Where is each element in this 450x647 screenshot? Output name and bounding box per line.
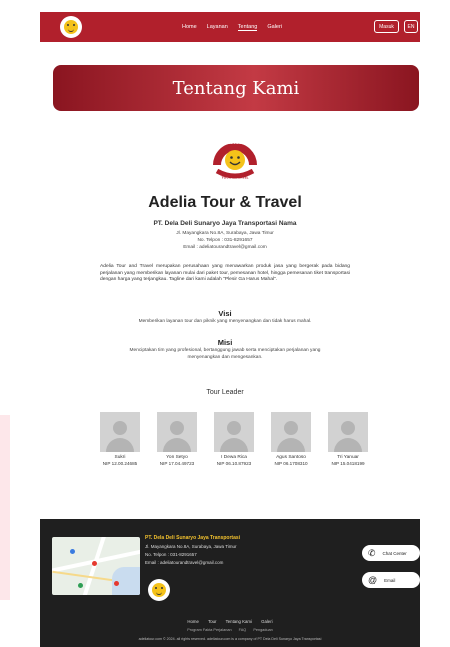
- map-pin-icon: [78, 583, 83, 588]
- leader-card: I Dewa Rica NIP 06.10.87923: [214, 412, 254, 466]
- footer-link-home[interactable]: Home: [187, 619, 198, 624]
- login-button[interactable]: Masuk: [374, 20, 399, 33]
- leader-card: Tri Yanuar NIP 15.0418199: [328, 412, 368, 466]
- footer-link-faq[interactable]: FAQ: [239, 628, 247, 632]
- visi-text: Memberikan layanan tour dan piknik yang …: [138, 319, 312, 324]
- page-banner: Tentang Kami: [53, 65, 419, 111]
- leader-nip: NIP 06.1708310: [274, 461, 308, 466]
- whatsapp-icon: ✆: [368, 547, 376, 558]
- company-name: Adelia Tour & Travel: [148, 194, 302, 211]
- footer-links-secondary: Program Fakta Perjalanan FAQ Pengaduan: [40, 628, 420, 632]
- tour-leader-title: Tour Leader: [206, 389, 244, 396]
- avatar: [328, 412, 368, 452]
- map-pin-icon: [70, 549, 75, 554]
- footer-link-galeri[interactable]: Galeri: [261, 619, 272, 624]
- footer-link-program[interactable]: Program Fakta Perjalanan: [187, 628, 231, 632]
- leader-card: Sukri NIP 12.00.24685: [100, 412, 140, 466]
- nav-galeri[interactable]: Galeri: [267, 24, 282, 30]
- footer-link-tour[interactable]: Tour: [208, 619, 216, 624]
- location-map[interactable]: [52, 537, 140, 595]
- logo-text-bottom: TOUR & TRAVEL: [222, 176, 249, 180]
- leader-name: Agus Santoso: [276, 455, 306, 460]
- leader-name: Yon Setyo: [166, 455, 188, 460]
- email-button[interactable]: @ Email: [362, 572, 420, 588]
- footer: PT. Dela Deli Sunaryo Jaya Transportasi …: [40, 519, 420, 647]
- brand-logo[interactable]: [60, 16, 82, 38]
- company-legal-name: PT. Dela Deli Sunaryo Jaya Transportasi …: [153, 220, 297, 227]
- nav-layanan[interactable]: Layanan: [207, 24, 228, 30]
- footer-contact: PT. Dela Deli Sunaryo Jaya Transportasi …: [145, 535, 285, 565]
- logo-text-top: ADELIA: [227, 140, 244, 145]
- footer-links: Home Tour Tentang Kami Galeri: [40, 619, 420, 624]
- footer-company: PT. Dela Deli Sunaryo Jaya Transportasi: [145, 535, 241, 541]
- company-logo: ADELIA TOUR & TRAVEL: [213, 140, 257, 180]
- language-button[interactable]: EN: [404, 20, 418, 33]
- company-email: Email : adeliatourandtravel@gmail.com: [183, 245, 267, 250]
- leader-name: I Dewa Rica: [221, 455, 247, 460]
- misi-title: Misi: [217, 338, 233, 347]
- chat-center-button[interactable]: ✆ Chat Center: [362, 545, 420, 561]
- leader-card: Yon Setyo NIP 17.04.49723: [157, 412, 197, 466]
- main-nav: Home Layanan Tentang Galeri: [182, 12, 282, 42]
- footer-phone: No. Telpon : 031-8291657: [145, 552, 197, 557]
- leader-nip: NIP 15.0418199: [331, 461, 365, 466]
- avatar: [157, 412, 197, 452]
- footer-email: Email : adeliatourandtravel@gmail.com: [145, 560, 224, 565]
- copyright: adeliatour.com © 2024. all rights reserv…: [138, 637, 322, 641]
- footer-address: Jl. Mayangkara No.8A, Surabaya, Jawa Tim…: [145, 544, 237, 549]
- leader-nip: NIP 06.10.87923: [216, 461, 252, 466]
- footer-link-tentang[interactable]: Tentang Kami: [226, 619, 252, 624]
- visi-title: Visi: [218, 309, 232, 318]
- leader-name: Tri Yanuar: [337, 455, 359, 460]
- avatar: [271, 412, 311, 452]
- map-pin-icon: [114, 581, 119, 586]
- side-decoration: [0, 415, 10, 600]
- leader-nip: NIP 17.04.49723: [159, 461, 195, 466]
- map-pin-icon: [92, 561, 97, 566]
- top-navbar: Home Layanan Tentang Galeri Masuk EN: [40, 12, 420, 42]
- about-paragraph: Adelia Tour and Travel merupakan perusah…: [100, 264, 350, 283]
- page-title: Tentang Kami: [172, 77, 300, 99]
- misi-text: Menciptakan tim yang profesional, bertan…: [129, 348, 321, 360]
- nav-tentang[interactable]: Tentang: [237, 24, 258, 31]
- nav-home[interactable]: Home: [182, 24, 197, 30]
- leader-name: Sukri: [114, 455, 126, 460]
- leader-nip: NIP 12.00.24685: [102, 461, 138, 466]
- avatar: [100, 412, 140, 452]
- leader-card: Agus Santoso NIP 06.1708310: [271, 412, 311, 466]
- avatar: [214, 412, 254, 452]
- tour-leader-list: Sukri NIP 12.00.24685 Yon Setyo NIP 17.0…: [100, 412, 368, 466]
- footer-link-pengaduan[interactable]: Pengaduan: [253, 628, 272, 632]
- at-icon: @: [368, 574, 378, 585]
- footer-logo: [148, 579, 170, 601]
